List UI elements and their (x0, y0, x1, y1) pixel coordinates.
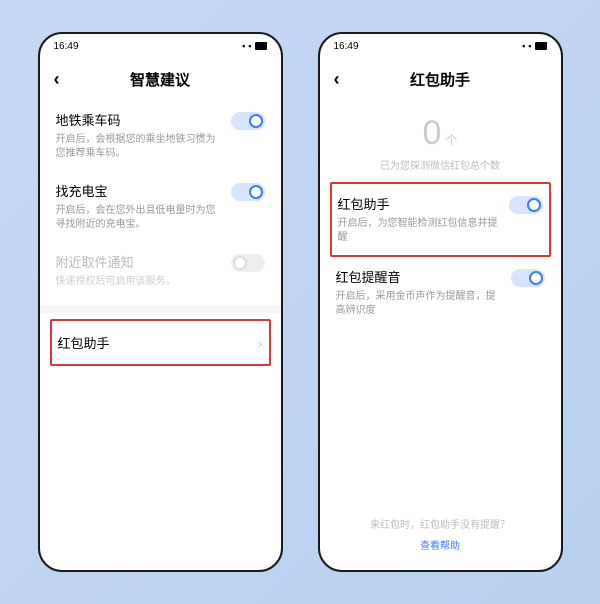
item-hongbao-sound[interactable]: 红包提醒音 开启后，采用金币声作为提醒音，提高辨识度 (320, 257, 561, 328)
highlight-box: 红包助手 › (50, 319, 271, 366)
page-title: 红包助手 (410, 69, 470, 90)
navbar: ‹ 智慧建议 (40, 58, 281, 100)
status-time: 16:49 (334, 41, 359, 52)
page-title: 智慧建议 (130, 69, 190, 90)
status-icons: ▪▪ (242, 41, 266, 51)
status-time: 16:49 (54, 41, 79, 52)
item-title: 红包助手 (338, 194, 499, 213)
toggle-hongbao-sound[interactable] (511, 269, 545, 287)
item-title: 附近取件通知 (56, 252, 221, 271)
content: 0个 已为您探测微信红包总个数 红包助手 开启后，为您智能检测红包信息并提醒 红… (320, 100, 561, 570)
navbar: ‹ 红包助手 (320, 58, 561, 100)
item-hongbao-assist[interactable]: 红包助手 开启后，为您智能检测红包信息并提醒 (332, 184, 549, 255)
highlight-box: 红包助手 开启后，为您智能检测红包信息并提醒 (330, 182, 551, 257)
toggle-hongbao-assist[interactable] (509, 196, 543, 214)
toggle-subway[interactable] (231, 112, 265, 130)
content: 地铁乘车码 开启后，会根据您的乘坐地铁习惯为您推荐乘车码。 找充电宝 开启后，会… (40, 100, 281, 570)
status-icons: ▪▪ (522, 41, 546, 51)
footer-question: 来红包时，红包助手没有提醒？ (320, 516, 561, 531)
chevron-right-icon: › (258, 335, 263, 351)
item-subway[interactable]: 地铁乘车码 开启后，会根据您的乘坐地铁习惯为您推荐乘车码。 (40, 100, 281, 171)
phone-left: 16:49 ▪▪ ‹ 智慧建议 地铁乘车码 开启后，会根据您的乘坐地铁习惯为您推… (38, 32, 283, 572)
item-title: 红包提醒音 (336, 267, 501, 286)
back-icon[interactable]: ‹ (334, 69, 340, 90)
nav-label: 红包助手 (58, 333, 110, 352)
statusbar: 16:49 ▪▪ (40, 34, 281, 58)
back-icon[interactable]: ‹ (54, 69, 60, 90)
item-desc: 开启后，为您智能检测红包信息并提醒 (338, 217, 499, 245)
section-divider (40, 305, 281, 313)
counter-desc: 已为您探测微信红包总个数 (320, 157, 561, 172)
toggle-pickup (231, 254, 265, 272)
item-pickup: 附近取件通知 快递授权后可启用该服务。 (40, 242, 281, 299)
item-desc: 开启后，会在您外出且低电量时为您寻找附近的充电宝。 (56, 204, 221, 232)
item-title: 地铁乘车码 (56, 110, 221, 129)
item-desc: 开启后，采用金币声作为提醒音，提高辨识度 (336, 290, 501, 318)
statusbar: 16:49 ▪▪ (320, 34, 561, 58)
item-title: 找充电宝 (56, 181, 221, 200)
counter-value: 0 (423, 114, 442, 153)
counter-unit: 个 (445, 131, 457, 148)
item-desc: 快递授权后可启用该服务。 (56, 275, 221, 289)
phone-right: 16:49 ▪▪ ‹ 红包助手 0个 已为您探测微信红包总个数 红包助手 开启后… (318, 32, 563, 572)
footer: 来红包时，红包助手没有提醒？ 查看帮助 (320, 506, 561, 570)
footer-help-link[interactable]: 查看帮助 (320, 537, 561, 552)
item-desc: 开启后，会根据您的乘坐地铁习惯为您推荐乘车码。 (56, 133, 221, 161)
counter-block: 0个 已为您探测微信红包总个数 (320, 100, 561, 182)
toggle-powerbank[interactable] (231, 183, 265, 201)
item-powerbank[interactable]: 找充电宝 开启后，会在您外出且低电量时为您寻找附近的充电宝。 (40, 171, 281, 242)
nav-hongbao[interactable]: 红包助手 › (52, 321, 269, 364)
